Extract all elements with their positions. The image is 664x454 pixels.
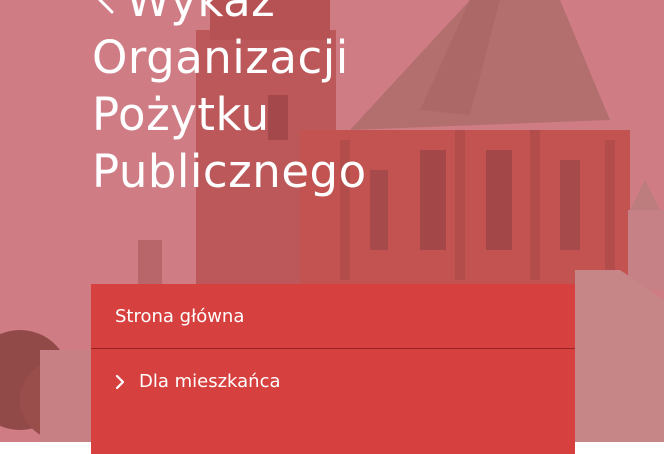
title-line-1: Wykaz (126, 0, 276, 27)
chevron-left-icon[interactable] (92, 0, 126, 29)
menu-item-for-residents[interactable]: Dla mieszkańca (91, 349, 575, 414)
title-line-4: Publicznego (92, 145, 367, 198)
page-title: Wykaz Organizacji Pożytku Publicznego (92, 0, 452, 200)
menu-item-home[interactable]: Strona główna (91, 284, 575, 349)
title-line-3: Pożytku (92, 88, 270, 141)
menu-item-label: Dla mieszkańca (139, 371, 281, 392)
chevron-right-icon (113, 373, 127, 391)
navigation-menu: Strona główna Dla mieszkańca (91, 284, 575, 454)
title-line-2: Organizacji (92, 31, 349, 84)
menu-item-label: Strona główna (115, 305, 245, 327)
